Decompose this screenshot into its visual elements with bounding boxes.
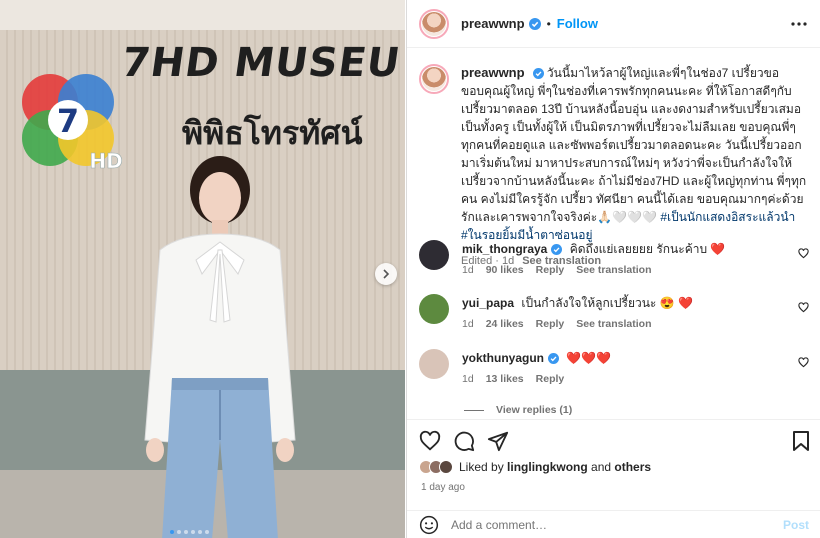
comment-icon[interactable]: [453, 430, 475, 452]
post-photo[interactable]: 7 HD 7HD MUSEU พิพิธโทรทัศน์: [0, 0, 405, 538]
emoji-icon[interactable]: [419, 515, 439, 535]
carousel-dot: [205, 530, 209, 534]
action-bar: [407, 419, 820, 459]
post-header: preawwnp • Follow: [407, 0, 820, 48]
likes-others[interactable]: others: [614, 460, 651, 474]
carousel-dot: [191, 530, 195, 534]
channel-hd-label: HD: [89, 149, 122, 173]
carousel-dot: [170, 530, 174, 534]
comment-text: คิดถึงแย่เลยยยย รักนะค้าบ ❤️: [569, 242, 726, 256]
comment-see-translation[interactable]: See translation: [576, 318, 651, 330]
heart-icon[interactable]: [419, 430, 441, 452]
comment-item: mik_thongraya คิดถึงแย่เลยยยย รักนะค้าบ …: [419, 240, 819, 276]
comment-avatar[interactable]: [419, 240, 449, 270]
channel-7-numeral: 7: [57, 102, 79, 140]
header-separator: •: [546, 16, 551, 31]
comment-like-icon[interactable]: [798, 248, 809, 259]
comment-reply-button[interactable]: Reply: [536, 264, 565, 276]
wall-top: [0, 0, 405, 30]
author-username[interactable]: preawwnp: [461, 16, 525, 31]
view-replies-button[interactable]: View replies (1): [464, 404, 572, 416]
caption-avatar[interactable]: [419, 64, 449, 94]
channel-7-logo: 7 HD: [22, 74, 123, 173]
add-comment-bar: Post: [407, 510, 820, 538]
carousel-next-button[interactable]: [375, 263, 397, 285]
post-timestamp: 1 day ago: [421, 482, 465, 493]
likes-text: Liked by linglingkwong and others: [459, 460, 651, 474]
comment-age: 1d: [462, 318, 474, 330]
comment-text: เป็นกำลังใจให้ลูกเปรี้ยวนะ 😍 ❤️: [521, 296, 693, 310]
comment-age: 1d: [462, 373, 474, 385]
comment-avatar[interactable]: [419, 294, 449, 324]
comment-item: yokthunyagun ❤️❤️❤️ 1d 13 likes Reply: [419, 349, 819, 385]
replies-line: [464, 409, 484, 411]
carousel-dot: [198, 530, 202, 534]
comment-reply-button[interactable]: Reply: [536, 373, 565, 385]
comment-text: ❤️❤️❤️: [566, 351, 612, 365]
comment-input[interactable]: [451, 517, 783, 532]
comment-like-icon[interactable]: [798, 302, 809, 313]
museum-sign-title: 7HD MUSEU: [118, 40, 404, 86]
comment-username[interactable]: yokthunyagun: [462, 351, 544, 365]
verified-badge-icon: [532, 68, 544, 79]
verified-badge-icon: [548, 353, 560, 364]
comment-likes[interactable]: 90 likes: [486, 264, 524, 276]
person-figure: [144, 156, 296, 538]
comment-username[interactable]: yui_papa: [462, 296, 514, 310]
verified-badge-icon: [528, 17, 541, 30]
share-icon[interactable]: [487, 430, 509, 452]
likes-and: and: [587, 460, 615, 474]
carousel-dots: [170, 530, 209, 534]
liker-avatar: [439, 460, 453, 474]
likes-user[interactable]: linglingkwong: [507, 460, 588, 474]
comment-item: yui_papa เป็นกำลังใจให้ลูกเปรี้ยวนะ 😍 ❤️…: [419, 294, 819, 330]
author-avatar[interactable]: [419, 8, 449, 39]
comment-reply-button[interactable]: Reply: [536, 318, 565, 330]
comment-like-icon[interactable]: [798, 357, 809, 368]
carousel-dot: [177, 530, 181, 534]
likes-prefix: Liked by: [459, 460, 508, 474]
caption-text: วันนี้มาไหว้ลาผู้ใหญ่และพี่ๆในช่อง7 เปรี…: [461, 66, 807, 224]
bookmark-icon[interactable]: [791, 430, 811, 452]
post-comment-button[interactable]: Post: [783, 518, 809, 532]
comment-age: 1d: [462, 264, 474, 276]
comment-likes[interactable]: 13 likes: [486, 373, 524, 385]
more-horizontal-icon[interactable]: [791, 17, 807, 31]
chevron-right-icon: [383, 269, 390, 279]
caption-username[interactable]: preawwnp: [461, 65, 525, 80]
comment-see-translation[interactable]: See translation: [576, 264, 651, 276]
likes-summary: Liked by linglingkwong and others: [419, 460, 651, 474]
comment-username[interactable]: mik_thongraya: [462, 242, 547, 256]
carousel-dot: [184, 530, 188, 534]
post-panel: preawwnp • Follow preawwnp วันนี้มาไหว้ล…: [406, 0, 820, 538]
verified-badge-icon: [551, 244, 563, 255]
follow-button[interactable]: Follow: [557, 16, 598, 31]
comment-likes[interactable]: 24 likes: [486, 318, 524, 330]
view-replies-label[interactable]: View replies (1): [496, 404, 572, 416]
comment-avatar[interactable]: [419, 349, 449, 379]
